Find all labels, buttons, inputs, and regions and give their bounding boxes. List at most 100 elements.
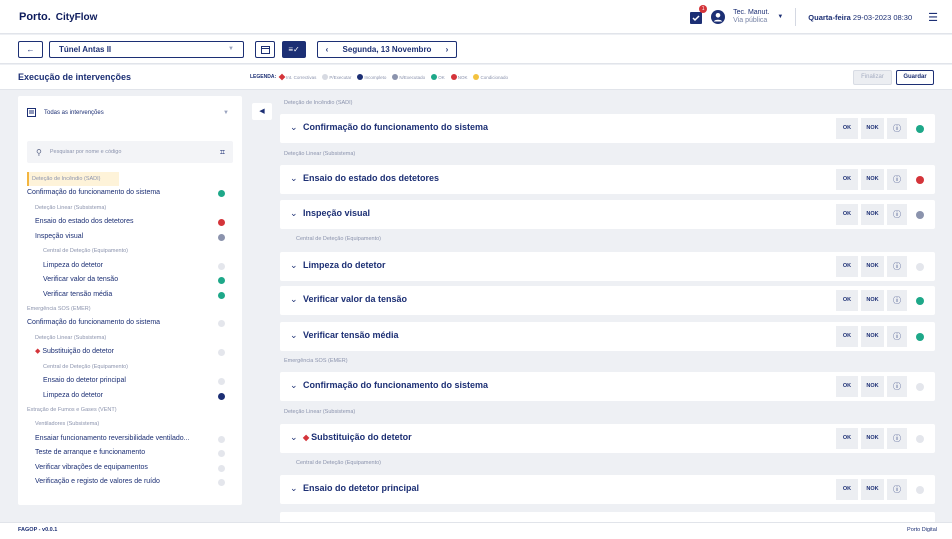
status-icon: [218, 277, 225, 285]
intervention-card[interactable]: ⌄ ◆ Substituição do detetor OK NOK ⓘ: [280, 424, 935, 453]
ok-button[interactable]: OK: [836, 118, 858, 139]
status-dot-icon: [431, 74, 438, 80]
info-icon[interactable]: ⓘ: [887, 204, 907, 225]
nok-button[interactable]: NOK: [861, 326, 884, 347]
filter-select[interactable]: Todas as intervenções ▼: [27, 101, 233, 124]
ok-button[interactable]: OK: [836, 204, 858, 225]
tree-item-label: Verificação e registo de valores de ruíd…: [35, 478, 160, 486]
info-icon[interactable]: ⓘ: [887, 479, 907, 500]
legend-item: Condicionado: [473, 74, 508, 80]
chevron-down-icon[interactable]: ⌄: [290, 260, 298, 271]
location-select[interactable]: Túnel Antas II ▼: [49, 41, 244, 58]
nok-button[interactable]: NOK: [861, 428, 884, 449]
tree-item[interactable]: Verificar valor da tensão: [27, 273, 235, 287]
save-button[interactable]: Guardar: [896, 70, 934, 85]
ok-button[interactable]: OK: [836, 169, 858, 190]
collapse-sidebar-button[interactable]: ◀: [252, 103, 272, 120]
tree-item[interactable]: Verificar vibrações de equipamentos: [27, 461, 235, 475]
intervention-card[interactable]: ⌄ Inspeção visual OK NOK ⓘ: [280, 200, 935, 229]
info-icon[interactable]: ⓘ: [887, 290, 907, 311]
tree-item-label: Confirmação do funcionamento do sistema: [27, 319, 161, 327]
tree-item[interactable]: Teste de arranque e funcionamento: [27, 446, 235, 460]
tree-item[interactable]: Confirmação do funcionamento do sistema: [27, 186, 235, 200]
nok-button[interactable]: NOK: [861, 290, 884, 311]
page-title: Execução de intervenções: [18, 72, 132, 82]
intervention-title: Ensaio do estado dos detetores: [303, 173, 439, 183]
legend: LEGENDA: Int. Correctivas P/Executar Incomp…: [250, 73, 511, 81]
tree-group-label: Deteção Linear (Subsistema): [27, 331, 235, 345]
prev-day-button[interactable]: ‹: [318, 45, 336, 54]
chevron-down-icon[interactable]: ⌄: [290, 122, 298, 133]
nok-button[interactable]: NOK: [861, 376, 884, 397]
tree-item[interactable]: Verificação e registo de valores de ruíd…: [27, 475, 235, 489]
chevron-down-icon[interactable]: ⌄: [290, 173, 298, 184]
status-icon: [218, 219, 225, 227]
intervention-title: Limpeza do detetor: [303, 260, 386, 270]
ok-button[interactable]: OK: [836, 428, 858, 449]
ok-button[interactable]: OK: [836, 326, 858, 347]
chevron-down-icon[interactable]: ⌄: [290, 330, 298, 341]
user-name: Tec. Manut.: [733, 9, 770, 16]
tree-item[interactable]: Limpeza do detetor: [27, 389, 235, 403]
qr-scan-icon[interactable]: ⌗: [220, 147, 225, 158]
app-header: Porto. CityFlow 1 Tec. Manut. Via pública…: [0, 0, 952, 34]
status-icon: [916, 124, 924, 133]
intervention-card[interactable]: ⌄ Confirmação do funcionamento do sistema…: [280, 372, 935, 401]
user-menu[interactable]: Tec. Manut. Via pública: [733, 9, 769, 25]
tree-item-label: Limpeza do detetor: [43, 261, 103, 269]
logo[interactable]: Porto. CityFlow: [19, 11, 97, 23]
intervention-card[interactable]: ⌄ Verificar valor da tensão OK NOK ⓘ: [280, 286, 935, 315]
tree-item[interactable]: Limpeza do detetor: [27, 259, 235, 273]
info-icon[interactable]: ⓘ: [887, 118, 907, 139]
intervention-card[interactable]: ⌄ Ensaio do estado dos detetores OK NOK ⓘ: [280, 165, 935, 194]
chevron-down-icon[interactable]: ⌄: [290, 294, 298, 305]
ok-button[interactable]: OK: [836, 376, 858, 397]
info-icon[interactable]: ⓘ: [887, 376, 907, 397]
ok-button[interactable]: OK: [836, 479, 858, 500]
tree-group-label: Emergência SOS (EMER): [27, 302, 235, 316]
subsystem-header: Deteção Linear (Subsistema): [284, 409, 356, 415]
intervention-card[interactable]: ⌄ Verificar tensão média OK NOK ⓘ: [280, 322, 935, 351]
search-input[interactable]: ⚲ Pesquisar por nome e código ⌗: [27, 141, 233, 163]
chevron-down-icon[interactable]: ⌄: [290, 208, 298, 219]
calendar-button[interactable]: [255, 41, 275, 58]
tree-item-label: Deteção Linear (Subsistema): [35, 204, 107, 211]
ok-button[interactable]: OK: [836, 290, 858, 311]
intervention-card[interactable]: ⌄ Confirmação do funcionamento do sistema…: [280, 114, 935, 143]
user-icon[interactable]: [711, 10, 726, 24]
menu-icon[interactable]: ☰: [928, 11, 938, 24]
tree-item[interactable]: Ensaiar funcionamento reversibilidade ve…: [27, 432, 235, 446]
tree-item[interactable]: Confirmação do funcionamento do sistema: [27, 316, 235, 330]
chevron-down-icon[interactable]: ⌄: [290, 432, 298, 443]
ok-button[interactable]: OK: [836, 256, 858, 277]
chevron-down-icon[interactable]: ⌄: [290, 380, 298, 391]
tree-item[interactable]: Ensaio do detetor principal: [27, 374, 235, 388]
info-icon[interactable]: ⓘ: [887, 326, 907, 347]
intervention-card-partial[interactable]: [280, 512, 935, 522]
intervention-title: Verificar tensão média: [303, 330, 399, 340]
tree-item[interactable]: ◆ Substituição do detetor: [27, 345, 235, 359]
nok-button[interactable]: NOK: [861, 256, 884, 277]
nok-button[interactable]: NOK: [861, 118, 884, 139]
chevron-down-icon[interactable]: ▼: [777, 14, 783, 20]
tree-item[interactable]: Inspeção visual: [27, 230, 235, 244]
nok-button[interactable]: NOK: [861, 169, 884, 190]
tree-item[interactable]: Ensaio do estado dos detetores: [27, 215, 235, 229]
info-icon[interactable]: ⓘ: [887, 428, 907, 449]
back-button[interactable]: ←: [18, 41, 43, 58]
info-icon[interactable]: ⓘ: [887, 256, 907, 277]
tree-item-label: Substituição do detetor: [42, 348, 114, 356]
intervention-card[interactable]: ⌄ Limpeza do detetor OK NOK ⓘ: [280, 252, 935, 281]
checklist-view-button[interactable]: ≡✓: [282, 41, 306, 58]
info-icon[interactable]: ⓘ: [887, 169, 907, 190]
tree-item[interactable]: Verificar tensão média: [27, 288, 235, 302]
intervention-card[interactable]: ⌄ Ensaio do detetor principal OK NOK ⓘ: [280, 475, 935, 504]
nok-button[interactable]: NOK: [861, 204, 884, 225]
divider: [795, 8, 797, 26]
notifications-button[interactable]: 1: [689, 5, 708, 24]
nok-button[interactable]: NOK: [861, 479, 884, 500]
status-dot-icon: [278, 73, 286, 81]
next-day-button[interactable]: ›: [438, 45, 456, 54]
chevron-down-icon[interactable]: ⌄: [290, 483, 298, 494]
finalize-button[interactable]: Finalizar: [853, 70, 892, 85]
